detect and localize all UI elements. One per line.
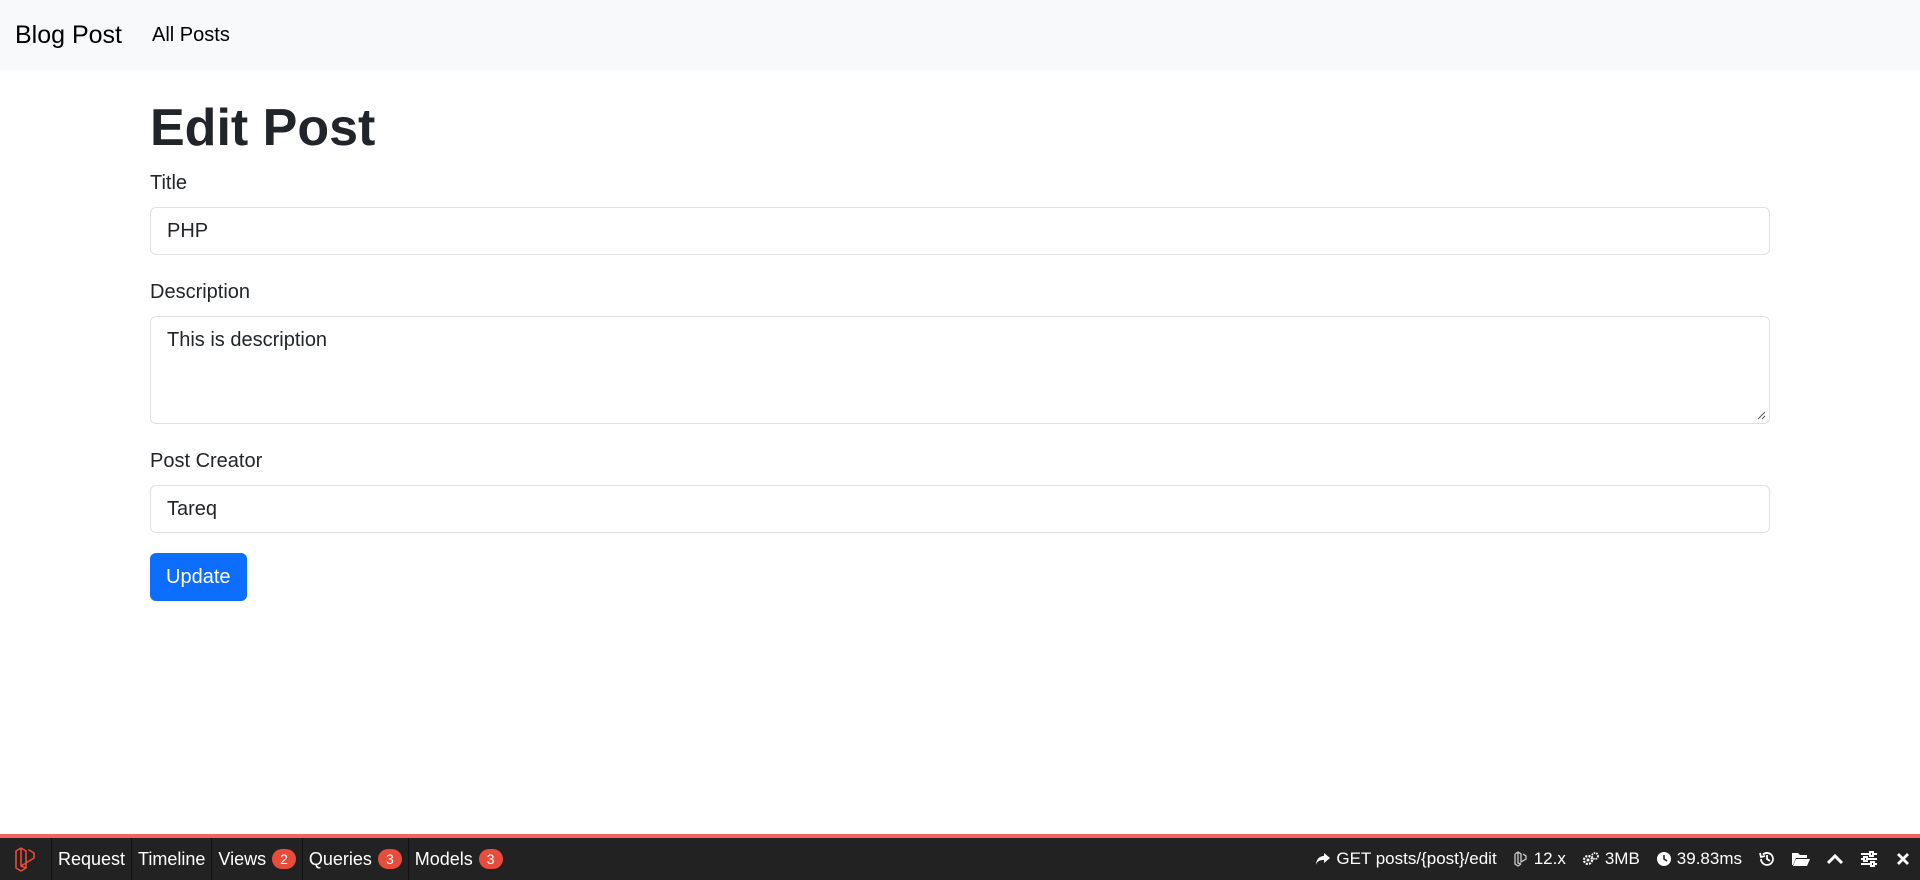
description-textarea-value: This is description xyxy=(167,329,328,351)
debugbar-status: GET posts/{post}/edit 12.x 3MB 39.83ms xyxy=(1307,838,1920,880)
laravel-logo-icon[interactable] xyxy=(0,838,52,880)
update-button[interactable]: Update xyxy=(150,553,247,601)
close-icon xyxy=(1897,853,1909,865)
debugbar-tab-request[interactable]: Request xyxy=(52,838,133,880)
cogs-icon xyxy=(1582,852,1599,866)
title-label: Title xyxy=(150,172,188,194)
models-count-badge: 3 xyxy=(478,849,503,869)
debugbar-tab-timeline[interactable]: Timeline xyxy=(132,838,213,880)
views-count-badge: 2 xyxy=(272,849,296,869)
title-input-value: PHP xyxy=(167,219,209,242)
memory-info[interactable]: 3MB xyxy=(1574,849,1648,869)
title-input[interactable]: PHP xyxy=(150,207,1770,255)
debugbar: Request Timeline Views 2 Queries 3 Model… xyxy=(0,834,1920,880)
nav-link-all-posts[interactable]: All Posts xyxy=(152,24,230,47)
time-text: 39.83ms xyxy=(1676,849,1742,868)
settings-button[interactable] xyxy=(1852,838,1886,880)
description-label: Description xyxy=(150,281,251,303)
debugbar-tab-label: Request xyxy=(58,848,126,869)
debugbar-tab-models[interactable]: Models 3 xyxy=(409,838,509,880)
history-icon xyxy=(1759,852,1774,866)
debugbar-tab-views[interactable]: Views 2 xyxy=(212,838,303,880)
debugbar-tab-queries[interactable]: Queries 3 xyxy=(303,838,409,880)
debugbar-tab-label: Queries xyxy=(308,848,372,869)
post-creator-label: Post Creator xyxy=(150,450,263,472)
sliders-icon xyxy=(1861,851,1877,867)
laravel-version-icon xyxy=(1514,851,1527,867)
route-info[interactable]: GET posts/{post}/edit xyxy=(1307,849,1504,869)
share-arrow-icon xyxy=(1316,853,1331,865)
page-title: Edit Post xyxy=(150,99,376,157)
folder-open-icon xyxy=(1792,853,1810,866)
navbar-brand[interactable]: Blog Post xyxy=(15,21,122,50)
version-info[interactable]: 12.x xyxy=(1505,849,1574,869)
debugbar-tab-label: Models xyxy=(414,848,473,869)
maximize-button[interactable] xyxy=(1818,838,1852,880)
clock-icon xyxy=(1656,852,1671,866)
resize-handle-icon[interactable] xyxy=(1756,410,1766,420)
version-text: 12.x xyxy=(1533,849,1566,868)
open-folder-button[interactable] xyxy=(1784,838,1818,880)
post-creator-input-value: Tareq xyxy=(167,497,218,520)
route-text: GET posts/{post}/edit xyxy=(1336,849,1497,868)
history-button[interactable] xyxy=(1750,838,1784,880)
queries-count-badge: 3 xyxy=(377,849,402,869)
time-info[interactable]: 39.83ms xyxy=(1648,849,1750,869)
memory-text: 3MB xyxy=(1604,849,1640,868)
debugbar-tab-label: Views xyxy=(218,848,267,869)
description-textarea[interactable]: This is description xyxy=(150,316,1770,424)
navbar: Blog Post All Posts xyxy=(0,0,1920,70)
post-creator-input[interactable]: Tareq xyxy=(150,485,1770,533)
edit-post-form: Edit Post Title PHP Description This is … xyxy=(150,70,1770,601)
close-button[interactable] xyxy=(1886,838,1920,880)
chevron-up-icon xyxy=(1826,853,1844,865)
debugbar-tab-label: Timeline xyxy=(138,848,206,869)
